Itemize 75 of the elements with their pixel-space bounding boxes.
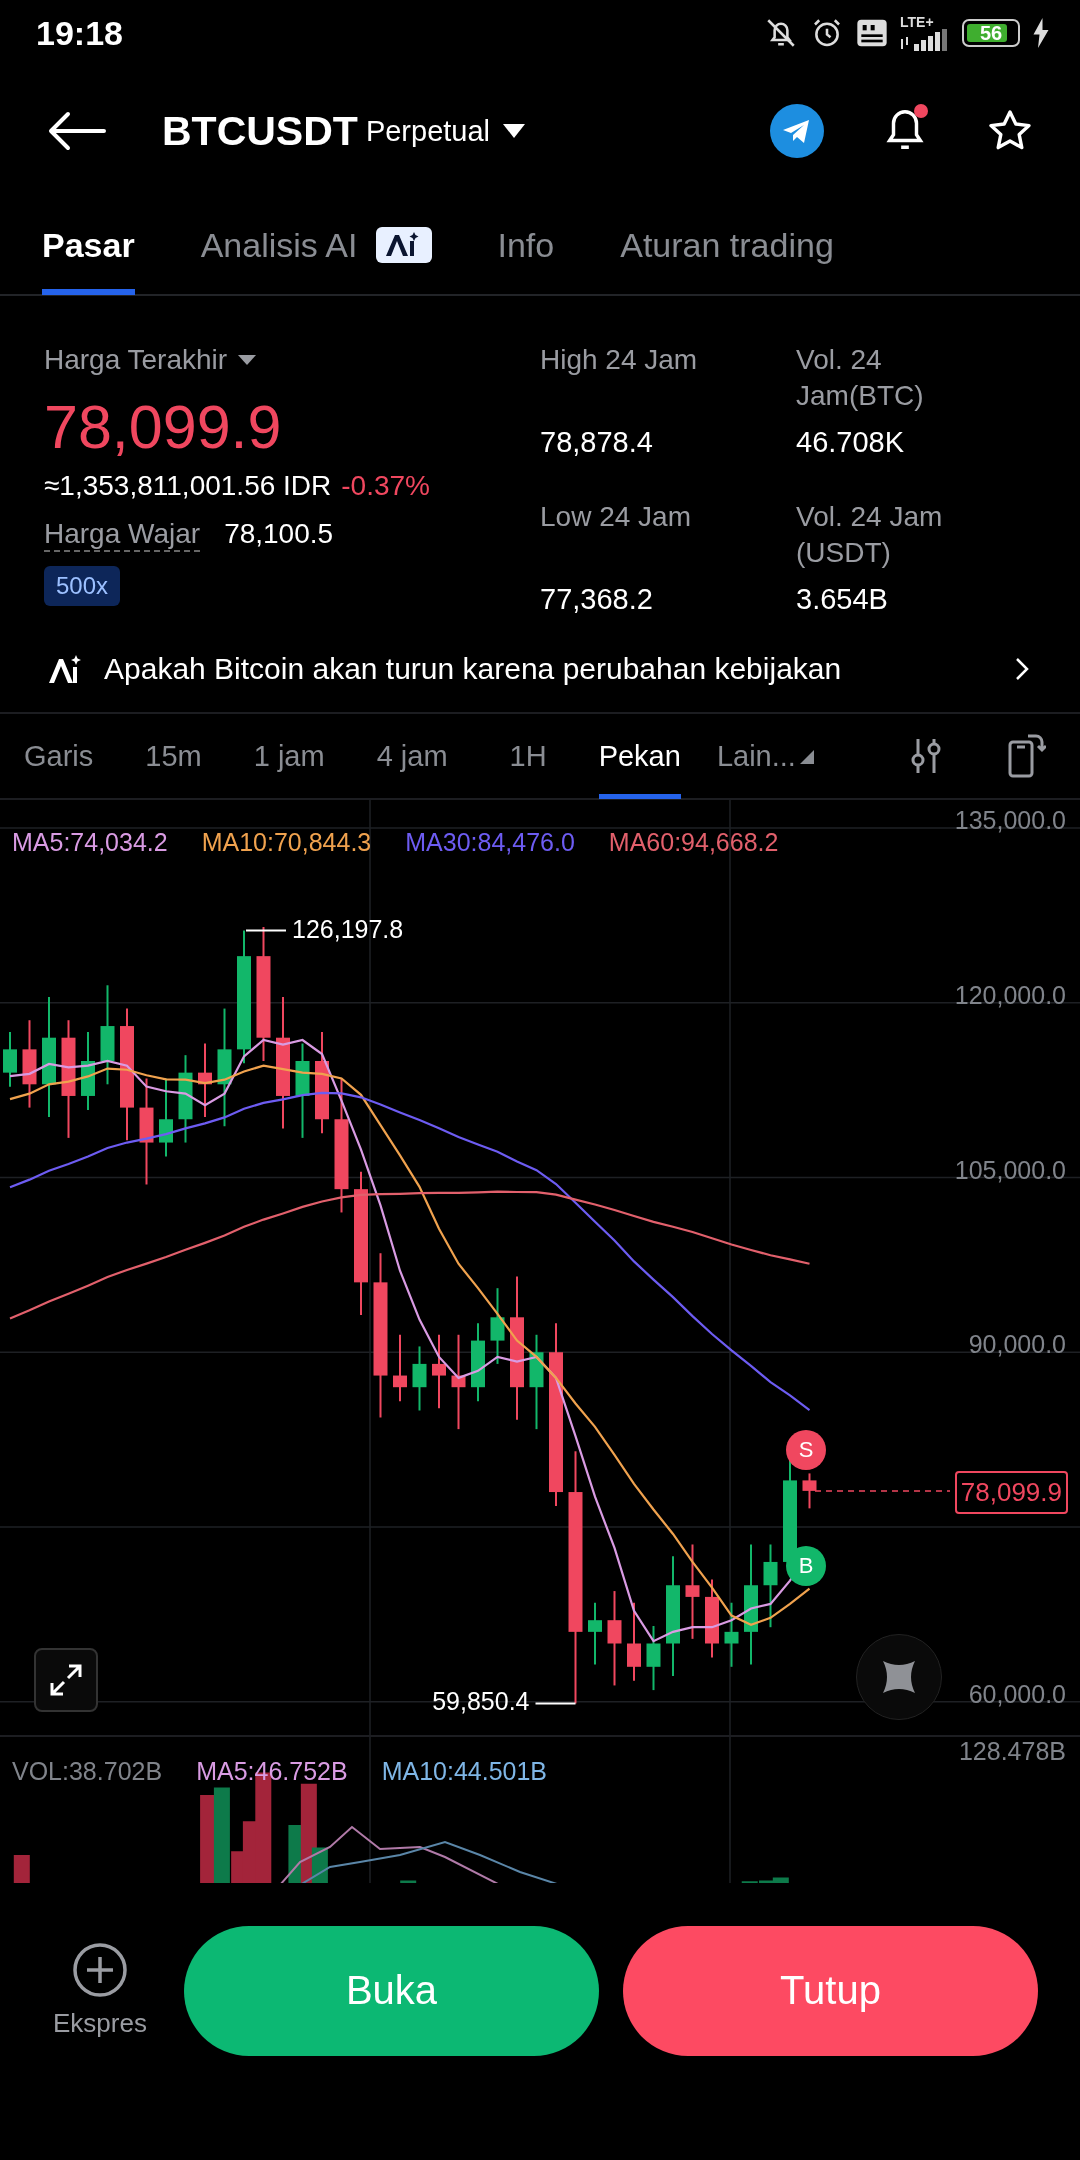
telegram-icon[interactable] (770, 104, 824, 158)
candle (646, 1625, 661, 1692)
interval-tab[interactable]: 1 jam (253, 713, 325, 799)
volume-indicator-label: MA10:44.501B (381, 1757, 548, 1786)
caret-icon[interactable] (237, 353, 258, 367)
back-arrow-icon[interactable] (48, 111, 106, 151)
signal-icon (900, 29, 950, 51)
network-type: LTE+ (900, 15, 934, 29)
tab[interactable]: Pasar (42, 195, 135, 295)
tab[interactable]: Info (497, 195, 555, 295)
candle (724, 1601, 739, 1668)
fair-price: 78,100.5 (224, 518, 334, 551)
leader-line (245, 929, 287, 932)
candle (588, 1601, 602, 1666)
price-axis-label: 120,000.0 (954, 980, 1066, 1010)
candle (802, 1472, 817, 1510)
trade-signal-marker: B (786, 1546, 826, 1586)
interval-tab[interactable]: 4 jam (376, 713, 448, 799)
stat-label: Vol. 24 Jam(BTC) (796, 343, 925, 413)
volte-icon (856, 17, 888, 49)
volume-indicator-label: MA5:46.752B (196, 1757, 348, 1786)
candle (393, 1333, 407, 1403)
ai-insight-banner[interactable]: Apakah Bitcoin akan turun karena perubahan kebijakan (0, 626, 1080, 714)
close-position-button[interactable]: Tutup (623, 1925, 1038, 2056)
express-button[interactable]: Ekspres (40, 1942, 160, 2039)
last-price-label: Harga Terakhir (44, 343, 228, 377)
contract-dropdown[interactable]: Perpetual (365, 114, 527, 148)
caret-icon (502, 123, 527, 139)
price-axis-label: 60,000.0 (968, 1679, 1066, 1709)
stat-label: Vol. 24 Jam (USDT) (796, 500, 944, 570)
last-price: 78,099.9 (44, 392, 282, 462)
stat-value: 3.654B (796, 583, 889, 616)
stat-label: High 24 Jam (540, 343, 699, 377)
volume-axis-label: 128.478B (958, 1737, 1066, 1766)
expand-icon (49, 1663, 83, 1697)
high-price-marker: 126,197.8 (292, 914, 404, 944)
more-intervals-dropdown[interactable]: Lain... (716, 713, 814, 799)
tab[interactable]: Aturan trading (620, 195, 834, 295)
leader-line (534, 1702, 577, 1705)
candle (3, 1030, 17, 1088)
candle (412, 1345, 427, 1412)
volume-indicator-label: VOL:38.702B (12, 1757, 163, 1786)
stat-value: 77,368.2 (540, 583, 654, 616)
status-time: 19:18 (36, 13, 124, 53)
stat-value: 78,878.4 (540, 426, 654, 459)
interval-tab[interactable]: Garis (24, 713, 94, 799)
leverage-badge: 500x (44, 566, 121, 606)
battery-level: 56 (979, 21, 1003, 45)
trade-signal-marker: S (786, 1430, 826, 1470)
rotate-screen-icon[interactable] (1006, 734, 1046, 778)
stat-label: Low 24 Jam (540, 500, 692, 534)
fair-price-label[interactable]: Harga Wajar (44, 518, 201, 552)
price-axis-label: 105,000.0 (954, 1155, 1066, 1185)
stat-value: 46.708K (796, 426, 906, 459)
interval-tab[interactable]: Pekan (598, 713, 681, 799)
tab[interactable]: Analisis AI (200, 195, 358, 295)
moving-average-label: MA10:70,844.3 (201, 828, 372, 857)
price-axis-label: 90,000.0 (968, 1330, 1066, 1360)
idr-value: ≈1,353,811,001.56 IDR (44, 470, 332, 502)
chevron-right-icon (1014, 656, 1030, 682)
symbol-title: BTCUSDT (162, 107, 358, 155)
interval-tab[interactable]: 1H (509, 713, 547, 799)
last-price-tag: 78,099.9 (954, 1470, 1068, 1514)
price-axis-label: 135,000.0 (954, 806, 1066, 835)
corner-caret-icon (799, 749, 814, 764)
moving-average-label: MA60:94,668.2 (608, 828, 779, 857)
ai-insight-text: Apakah Bitcoin akan turun karena perubahan kebijakan (104, 652, 842, 686)
moving-average-label: MA5:74,034.2 (12, 828, 168, 857)
charging-icon (1032, 18, 1050, 48)
price-change: -0.37% (341, 470, 430, 502)
plus-circle-icon (72, 1942, 128, 1998)
fullscreen-button[interactable] (34, 1648, 98, 1712)
moving-average-label: MA30:84,476.0 (405, 828, 575, 857)
interval-tab[interactable]: 15m (145, 713, 202, 799)
low-price-marker: 59,850.4 (432, 1687, 530, 1717)
